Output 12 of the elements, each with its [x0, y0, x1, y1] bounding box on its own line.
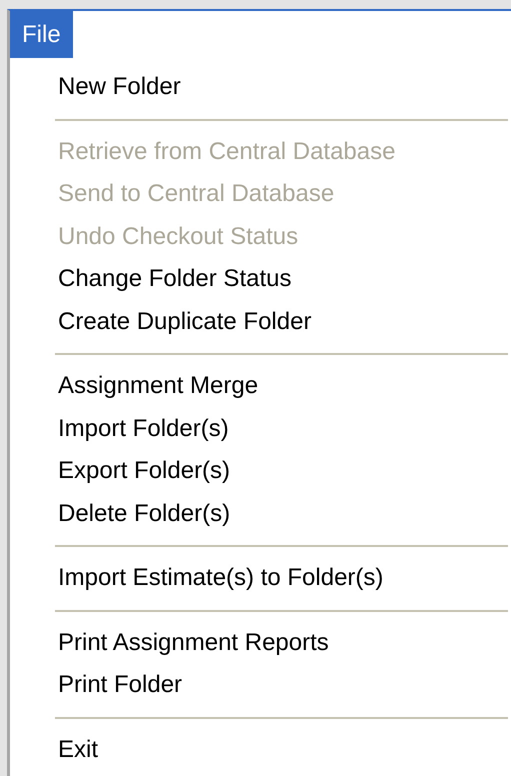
menu-item[interactable]: Print Assignment Reports [10, 622, 511, 664]
menu-item[interactable]: Exit [10, 728, 511, 771]
menu-item[interactable]: Print Folder [10, 664, 511, 706]
menu-item[interactable]: Assignment Merge [10, 365, 511, 408]
menu-item[interactable]: New Folder [10, 66, 511, 108]
menu-item[interactable]: Change Folder Status [10, 258, 511, 300]
menu-item[interactable]: Import Folder(s) [10, 408, 511, 450]
menu-item[interactable]: Export Folder(s) [10, 450, 511, 492]
menu-item[interactable]: Delete Folder(s) [10, 492, 511, 535]
menu-item[interactable]: Import Estimate(s) to Folder(s) [10, 557, 511, 600]
menu-item[interactable]: Create Duplicate Folder [10, 300, 511, 343]
menu-title[interactable]: File [10, 11, 73, 58]
